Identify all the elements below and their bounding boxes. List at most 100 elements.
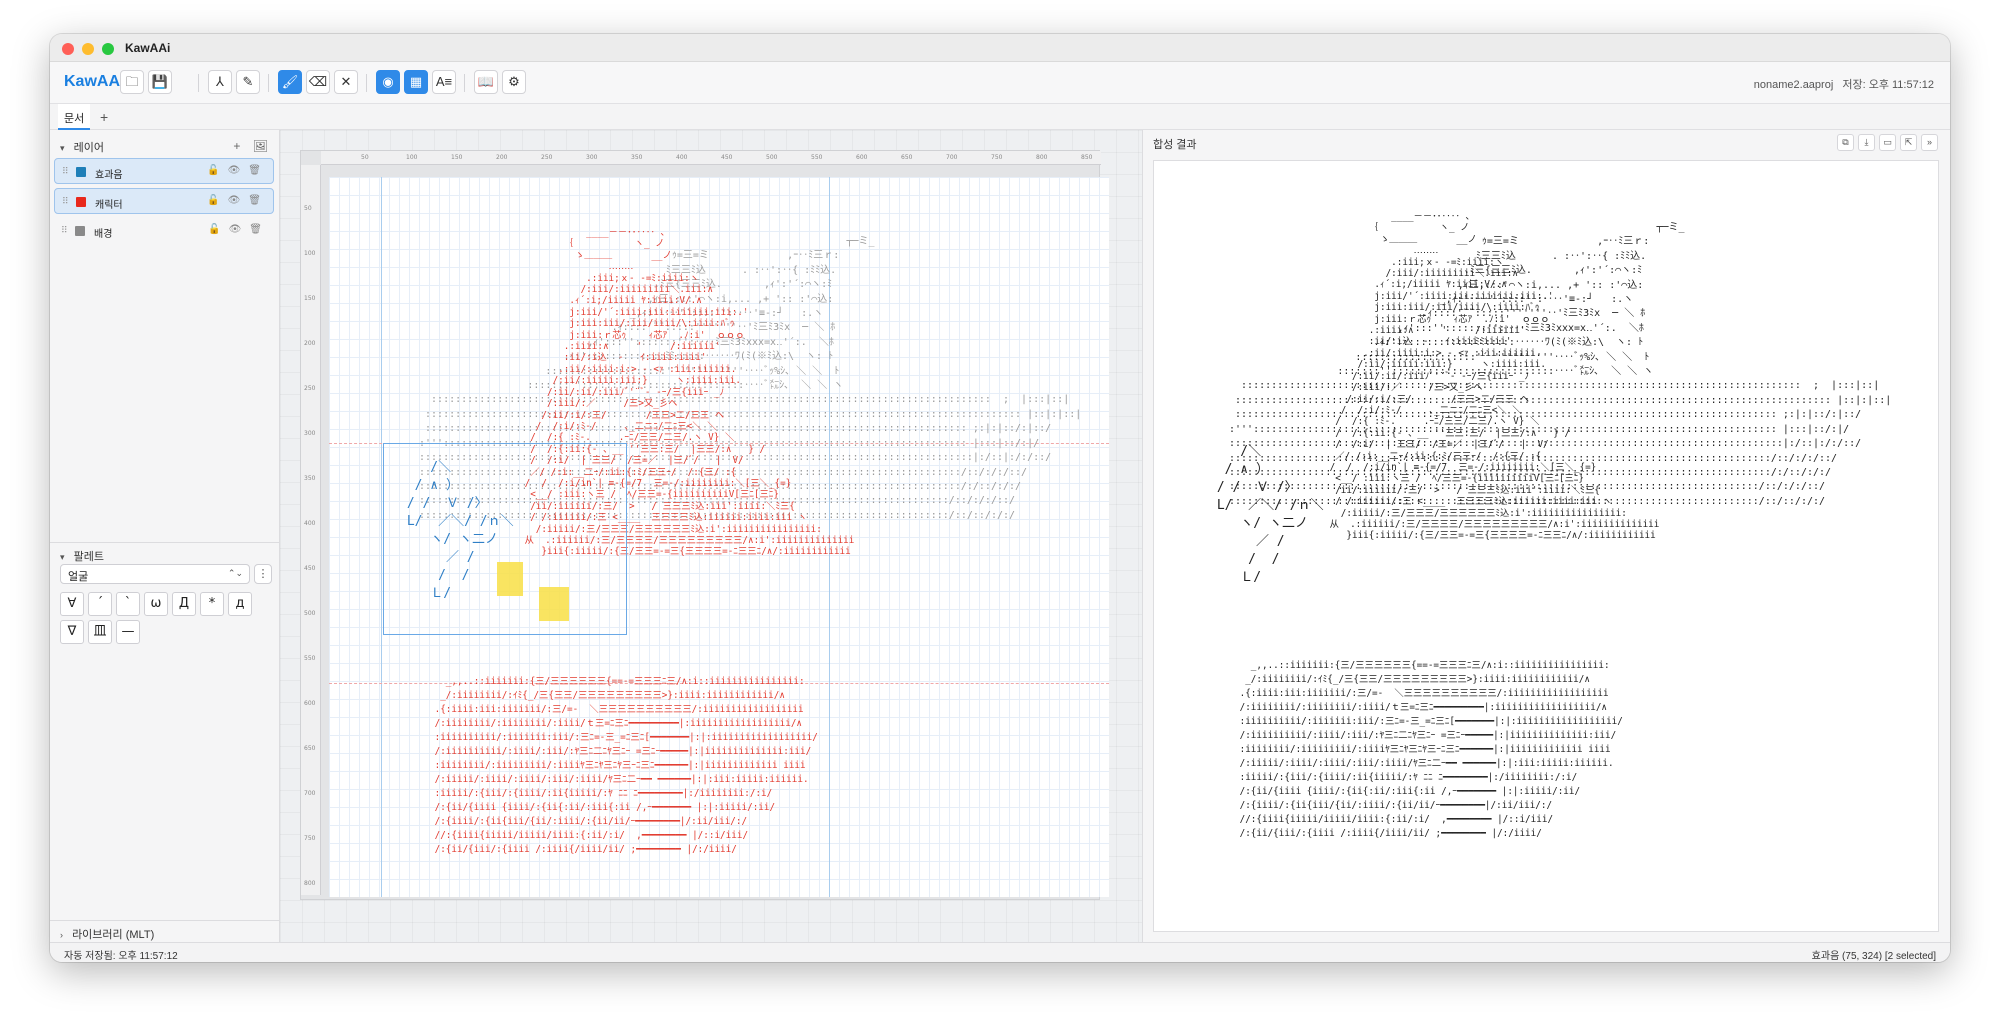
- canvas-area[interactable]: 50 100 150 200 250 300 350 400 450 500 550 600 650 70…: [280, 130, 1142, 942]
- eye-icon[interactable]: 👁: [228, 165, 241, 176]
- selection-box[interactable]: [383, 443, 627, 635]
- filename: noname2.aaproj: [1753, 79, 1834, 91]
- download-icon[interactable]: ⤓: [1858, 134, 1875, 151]
- ruler-tick-label: 200: [496, 154, 508, 161]
- library-title: 라이브러리 (MLT): [72, 929, 155, 941]
- lock-icon[interactable]: 🔓: [208, 224, 220, 235]
- maximize-window-button[interactable]: [102, 43, 114, 55]
- brush-icon: 🖌: [281, 74, 299, 89]
- layer-color-swatch: [75, 226, 85, 236]
- path-tool-button[interactable]: ⅄: [208, 70, 232, 94]
- save-button[interactable]: 💾: [148, 70, 172, 94]
- toolbar-separator: [366, 74, 367, 92]
- ruler-tick-label: 50: [361, 154, 369, 161]
- palette-glyph-button[interactable]: Д: [172, 592, 196, 616]
- close-window-button[interactable]: [62, 43, 74, 55]
- result-effect-art: /＼ / ∧ ） / / Ｖ /〉 L/ ／＼/ /ｎ＼ ヽ/ ヽ二ノ ／ / …: [1216, 444, 1324, 585]
- image-layer-icon[interactable]: 🖼: [253, 139, 268, 153]
- palette-glyph-button[interactable]: ∀: [60, 592, 84, 616]
- ruler-tick-label: 400: [676, 154, 688, 161]
- eye-icon[interactable]: 👁: [228, 195, 241, 206]
- ruler-tick-label: 650: [304, 745, 316, 752]
- ruler-tick-label: 200: [304, 340, 316, 347]
- chevron-down-icon: ▾: [60, 143, 65, 153]
- vertical-ruler: 50 100 150 200 250 300 350 400 450 500 550 600 650 70…: [301, 165, 321, 895]
- palette-glyph-button[interactable]: ω: [144, 592, 168, 616]
- close-icon: ✕: [340, 74, 352, 89]
- ruler-tick-label: 450: [304, 565, 316, 572]
- drag-handle-icon[interactable]: ⠿: [61, 225, 68, 236]
- palette-glyph-button[interactable]: —: [116, 620, 140, 644]
- layer-row[interactable]: ⠿ 캐릭터 🔓 👁 🗑: [54, 188, 274, 214]
- title-bar: KawAAi: [50, 34, 1950, 62]
- text-layout-button[interactable]: A≡: [432, 70, 456, 94]
- book-button[interactable]: 📖: [474, 70, 498, 94]
- palette-glyph-button[interactable]: д: [228, 592, 252, 616]
- selection-status: 효과음 (75, 324) [2 selected]: [1811, 951, 1936, 962]
- book-icon: 📖: [477, 74, 495, 89]
- eye-icon[interactable]: 👁: [229, 224, 242, 235]
- palette-set-value: 얼굴: [68, 571, 89, 583]
- path-icon: ⅄: [216, 74, 224, 89]
- canvas-page[interactable]: ┬─ミ_ ｩ=三=ミ ,ｰ‥ﾐ三ｒ: ﾐ三三ﾐ込 . :‥':‥{ :ﾐﾐ込. …: [329, 177, 1109, 897]
- ruler-tick-label: 350: [631, 154, 643, 161]
- palette-more-button[interactable]: ⋮: [254, 564, 272, 584]
- desktop: KawAAi KawAAi 🗀 💾 ⅄ ✎ 🖌 ⌫ ✕ ◉ ▦ A≡ 📖 ⚙ noname2.aapr…: [0, 0, 2000, 1031]
- eraser-tool-button[interactable]: ⌫: [306, 70, 330, 94]
- status-bar: 자동 저장됨: 오후 11:57:12 효과음 (75, 324) [2 sel…: [50, 942, 1950, 962]
- text-align-icon: A≡: [435, 74, 453, 89]
- layer-row[interactable]: ⠿ 효과음 🔓 👁 🗑: [54, 158, 274, 184]
- ruler-tick-label: 500: [766, 154, 778, 161]
- palette-glyph-button[interactable]: `: [116, 592, 140, 616]
- chevron-updown-icon: ⌃⌄: [227, 568, 243, 578]
- lock-icon[interactable]: 🔓: [207, 195, 219, 206]
- toolbar-separator: [464, 74, 465, 92]
- settings-button[interactable]: ⚙: [502, 70, 526, 94]
- snap-toggle-button[interactable]: ◉: [376, 70, 400, 94]
- layer-row[interactable]: ⠿ 배경 🔓 👁 🗑: [54, 218, 274, 244]
- horizontal-ruler: 50 100 150 200 250 300 350 400 450 500 550 600 650 70…: [321, 151, 1101, 165]
- trash-icon[interactable]: 🗑: [249, 224, 262, 235]
- open-external-icon[interactable]: ⇱: [1900, 134, 1917, 151]
- ruler-tick-label: 500: [304, 610, 316, 617]
- add-layer-icon[interactable]: +: [233, 139, 240, 153]
- palette-section-header[interactable]: ▾ 팔레트: [50, 542, 280, 564]
- document-tab-bar: 문서 +: [50, 104, 1950, 130]
- palette-glyph-button[interactable]: 皿: [88, 620, 112, 644]
- layer-name: 효과음: [95, 170, 123, 181]
- clear-button[interactable]: ✕: [334, 70, 358, 94]
- collapse-icon[interactable]: »: [1921, 134, 1938, 151]
- layers-title: 레이어: [73, 142, 104, 154]
- ruler-tick-label: 650: [901, 154, 913, 161]
- palette-glyph-button[interactable]: ∇: [60, 620, 84, 644]
- open-folder-button[interactable]: 🗀: [120, 70, 144, 94]
- pen-tool-button[interactable]: ✎: [236, 70, 260, 94]
- pen-icon: ✎: [242, 74, 254, 89]
- drag-handle-icon[interactable]: ⠿: [62, 166, 69, 177]
- add-tab-button[interactable]: +: [100, 109, 108, 125]
- frame-icon[interactable]: ▭: [1879, 134, 1896, 151]
- file-status: noname2.aaproj 저장: 오후 11:57:12: [1748, 76, 1934, 92]
- gear-icon: ⚙: [508, 74, 520, 89]
- ruler-tick-label: 850: [1081, 154, 1093, 161]
- layers-section-header[interactable]: ▾ 레이어 + 🖼: [50, 134, 280, 156]
- app-window: KawAAi KawAAi 🗀 💾 ⅄ ✎ 🖌 ⌫ ✕ ◉ ▦ A≡ 📖 ⚙ noname2.aapr…: [50, 34, 1950, 962]
- drag-handle-icon[interactable]: ⠿: [62, 196, 69, 207]
- ruler-tick-label: 400: [304, 520, 316, 527]
- copy-icon[interactable]: ⧉: [1837, 134, 1854, 151]
- tab-document[interactable]: 문서: [58, 104, 91, 130]
- library-section-header[interactable]: › 라이브러리 (MLT): [50, 920, 280, 942]
- palette-set-select[interactable]: 얼굴 ⌃⌄: [60, 564, 250, 584]
- result-panel: 합성 결과 ⧉ ⤓ ▭ ⇱» ┬─ミ_ ｩ=三=ミ ,ｰ‥ﾐ三ｒ: ﾐ三三ﾐ込 …: [1142, 130, 1950, 942]
- palette-glyph-button[interactable]: ´: [88, 592, 112, 616]
- minimize-window-button[interactable]: [82, 43, 94, 55]
- trash-icon[interactable]: 🗑: [248, 165, 261, 176]
- saved-status: 저장: 오후 11:57:12: [1842, 79, 1934, 91]
- ruler-tick-label: 300: [586, 154, 598, 161]
- palette-glyph-button[interactable]: *: [200, 592, 224, 616]
- brush-tool-button[interactable]: 🖌: [278, 70, 302, 94]
- lock-icon[interactable]: 🔓: [207, 165, 219, 176]
- ruler-tick-label: 550: [304, 655, 316, 662]
- grid-toggle-button[interactable]: ▦: [404, 70, 428, 94]
- trash-icon[interactable]: 🗑: [248, 195, 261, 206]
